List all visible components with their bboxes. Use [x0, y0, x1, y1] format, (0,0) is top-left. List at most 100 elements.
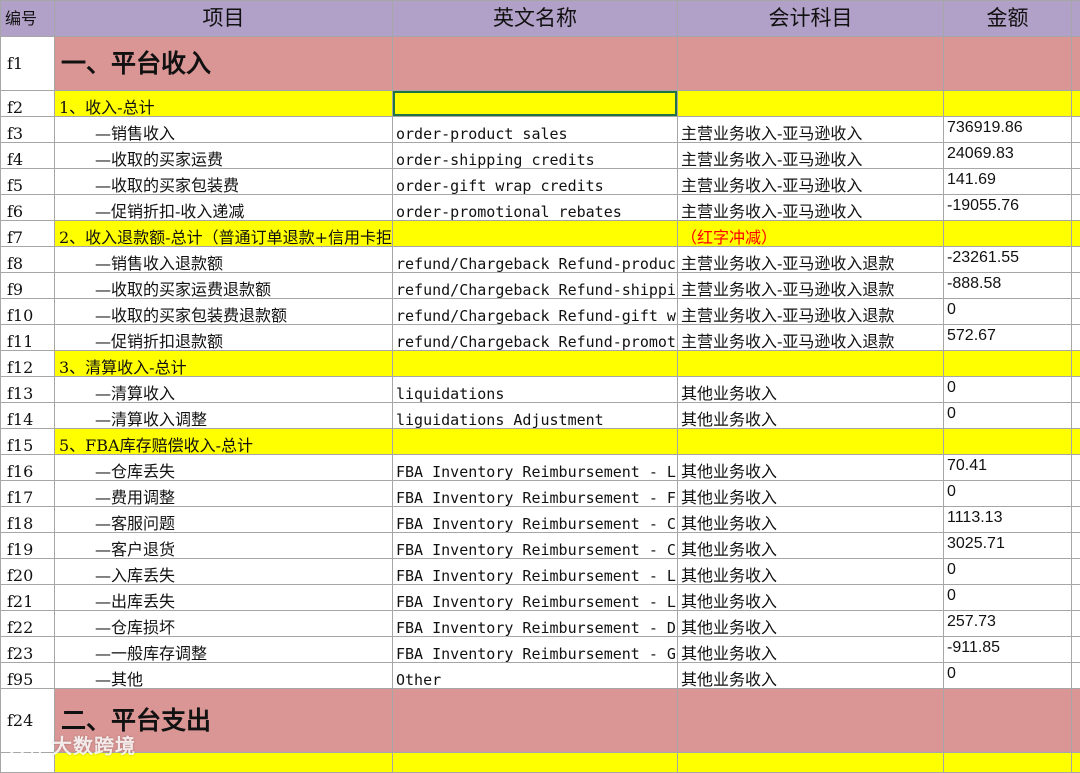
item-cell[interactable]: —客服问题	[55, 507, 393, 533]
item-cell[interactable]: —一般库存调整	[55, 637, 393, 663]
item-cell[interactable]: —仓库损坏	[55, 611, 393, 637]
cell[interactable]	[944, 37, 1072, 91]
item-cell[interactable]: —促销折扣-收入递减	[55, 195, 393, 221]
cell[interactable]	[1072, 221, 1080, 247]
row-id[interactable]: f18	[1, 507, 55, 533]
cell[interactable]	[1072, 689, 1080, 753]
account-cell[interactable]: 其他业务收入	[678, 559, 944, 585]
english-name-cell[interactable]: FBA Inventory Reimbursement - Lost:Wareh…	[393, 455, 678, 481]
amount-cell[interactable]: 0	[944, 585, 1072, 611]
item-cell[interactable]: —促销折扣退款额	[55, 325, 393, 351]
cell[interactable]	[393, 753, 678, 773]
row-id[interactable]: f20	[1, 559, 55, 585]
item-cell[interactable]: —收取的买家运费	[55, 143, 393, 169]
english-name-cell[interactable]: order-gift wrap credits	[393, 169, 678, 195]
row-id[interactable]: f11	[1, 325, 55, 351]
row-id[interactable]: f7	[1, 221, 55, 247]
cell[interactable]	[1072, 559, 1080, 585]
account-cell[interactable]: 其他业务收入	[678, 611, 944, 637]
account-cell[interactable]: 主营业务收入-亚马逊收入退款	[678, 247, 944, 273]
row-id[interactable]: f8	[1, 247, 55, 273]
cell[interactable]	[1072, 429, 1080, 455]
amount-cell[interactable]: 0	[944, 299, 1072, 325]
item-cell[interactable]: —其他	[55, 663, 393, 689]
cell[interactable]	[944, 351, 1072, 377]
row-id[interactable]: f17	[1, 481, 55, 507]
row-id[interactable]: f10	[1, 299, 55, 325]
amount-cell[interactable]: 257.73	[944, 611, 1072, 637]
amount-cell[interactable]: 70.41	[944, 455, 1072, 481]
item-cell[interactable]: —费用调整	[55, 481, 393, 507]
subtotal-note[interactable]: （红字冲减）	[678, 221, 944, 247]
english-name-cell[interactable]: FBA Inventory Reimbursement - Customer R…	[393, 533, 678, 559]
subtotal-title[interactable]: 3、清算收入-总计	[55, 351, 393, 377]
row-id[interactable]: f12	[1, 351, 55, 377]
amount-cell[interactable]: 0	[944, 403, 1072, 429]
english-name-cell[interactable]: FBA Inventory Reimbursement - Damaged:Wa…	[393, 611, 678, 637]
english-name-cell[interactable]: refund/Chargeback Refund-shipping credit…	[393, 273, 678, 299]
row-id[interactable]: f16	[1, 455, 55, 481]
account-cell[interactable]: 其他业务收入	[678, 533, 944, 559]
cell[interactable]	[1072, 637, 1080, 663]
cell[interactable]	[944, 429, 1072, 455]
subtotal-note[interactable]	[678, 91, 944, 117]
amount-cell[interactable]: 1113.13	[944, 507, 1072, 533]
row-id[interactable]: f2	[1, 91, 55, 117]
cell[interactable]	[1072, 663, 1080, 689]
cell[interactable]	[1072, 325, 1080, 351]
account-cell[interactable]: 其他业务收入	[678, 377, 944, 403]
cell[interactable]	[1072, 533, 1080, 559]
row-id[interactable]: f15	[1, 429, 55, 455]
amount-cell[interactable]: 141.69	[944, 169, 1072, 195]
english-name-cell[interactable]: FBA Inventory Reimbursement - General Ad…	[393, 637, 678, 663]
account-cell[interactable]: 主营业务收入-亚马逊收入	[678, 169, 944, 195]
row-id[interactable]: f23	[1, 637, 55, 663]
english-name-cell[interactable]: liguidations Adjustment	[393, 403, 678, 429]
cell[interactable]	[1072, 403, 1080, 429]
row-id[interactable]: f4	[1, 143, 55, 169]
cell[interactable]	[944, 753, 1072, 773]
account-cell[interactable]: 其他业务收入	[678, 663, 944, 689]
account-cell[interactable]: 其他业务收入	[678, 637, 944, 663]
row-id[interactable]: f95	[1, 663, 55, 689]
account-cell[interactable]: 主营业务收入-亚马逊收入	[678, 195, 944, 221]
cell[interactable]	[678, 37, 944, 91]
item-cell[interactable]: —销售收入	[55, 117, 393, 143]
english-name-cell[interactable]: Other	[393, 663, 678, 689]
cell[interactable]	[944, 689, 1072, 753]
row-id[interactable]: f21	[1, 585, 55, 611]
cell[interactable]	[1072, 585, 1080, 611]
account-cell[interactable]: 主营业务收入-亚马逊收入	[678, 143, 944, 169]
account-cell[interactable]: 主营业务收入-亚马逊收入退款	[678, 325, 944, 351]
item-cell[interactable]: —客户退货	[55, 533, 393, 559]
cell[interactable]	[678, 753, 944, 773]
amount-cell[interactable]: -23261.55	[944, 247, 1072, 273]
subtotal-title[interactable]: 1、收入-总计	[55, 91, 393, 117]
header-amount[interactable]: 金额	[944, 1, 1072, 37]
amount-cell[interactable]: -888.58	[944, 273, 1072, 299]
row-id[interactable]: f19	[1, 533, 55, 559]
cell[interactable]	[1072, 753, 1080, 773]
english-name-cell[interactable]: refund/Chargeback Refund-promotional reb…	[393, 325, 678, 351]
cell[interactable]	[678, 689, 944, 753]
cell[interactable]	[393, 689, 678, 753]
row-id[interactable]: f1	[1, 37, 55, 91]
subtotal-title[interactable]: 5、FBA库存赔偿收入-总计	[55, 429, 393, 455]
account-cell[interactable]: 主营业务收入-亚马逊收入退款	[678, 299, 944, 325]
account-cell[interactable]: 其他业务收入	[678, 585, 944, 611]
cell[interactable]	[1072, 117, 1080, 143]
row-id[interactable]: f22	[1, 611, 55, 637]
amount-cell[interactable]: 572.67	[944, 325, 1072, 351]
selected-cell[interactable]	[393, 91, 678, 117]
item-cell[interactable]: —清算收入	[55, 377, 393, 403]
english-name-cell[interactable]: FBA Inventory Reimbursement - Lost:Inbou…	[393, 559, 678, 585]
amount-cell[interactable]: 0	[944, 481, 1072, 507]
amount-cell[interactable]: 0	[944, 663, 1072, 689]
cell[interactable]	[1072, 299, 1080, 325]
english-name-cell[interactable]: refund/Chargeback Refund-product sales	[393, 247, 678, 273]
cell[interactable]	[1072, 91, 1080, 117]
cell[interactable]	[393, 37, 678, 91]
amount-cell[interactable]: 24069.83	[944, 143, 1072, 169]
subtotal-note[interactable]	[678, 351, 944, 377]
subtotal-note[interactable]	[678, 429, 944, 455]
